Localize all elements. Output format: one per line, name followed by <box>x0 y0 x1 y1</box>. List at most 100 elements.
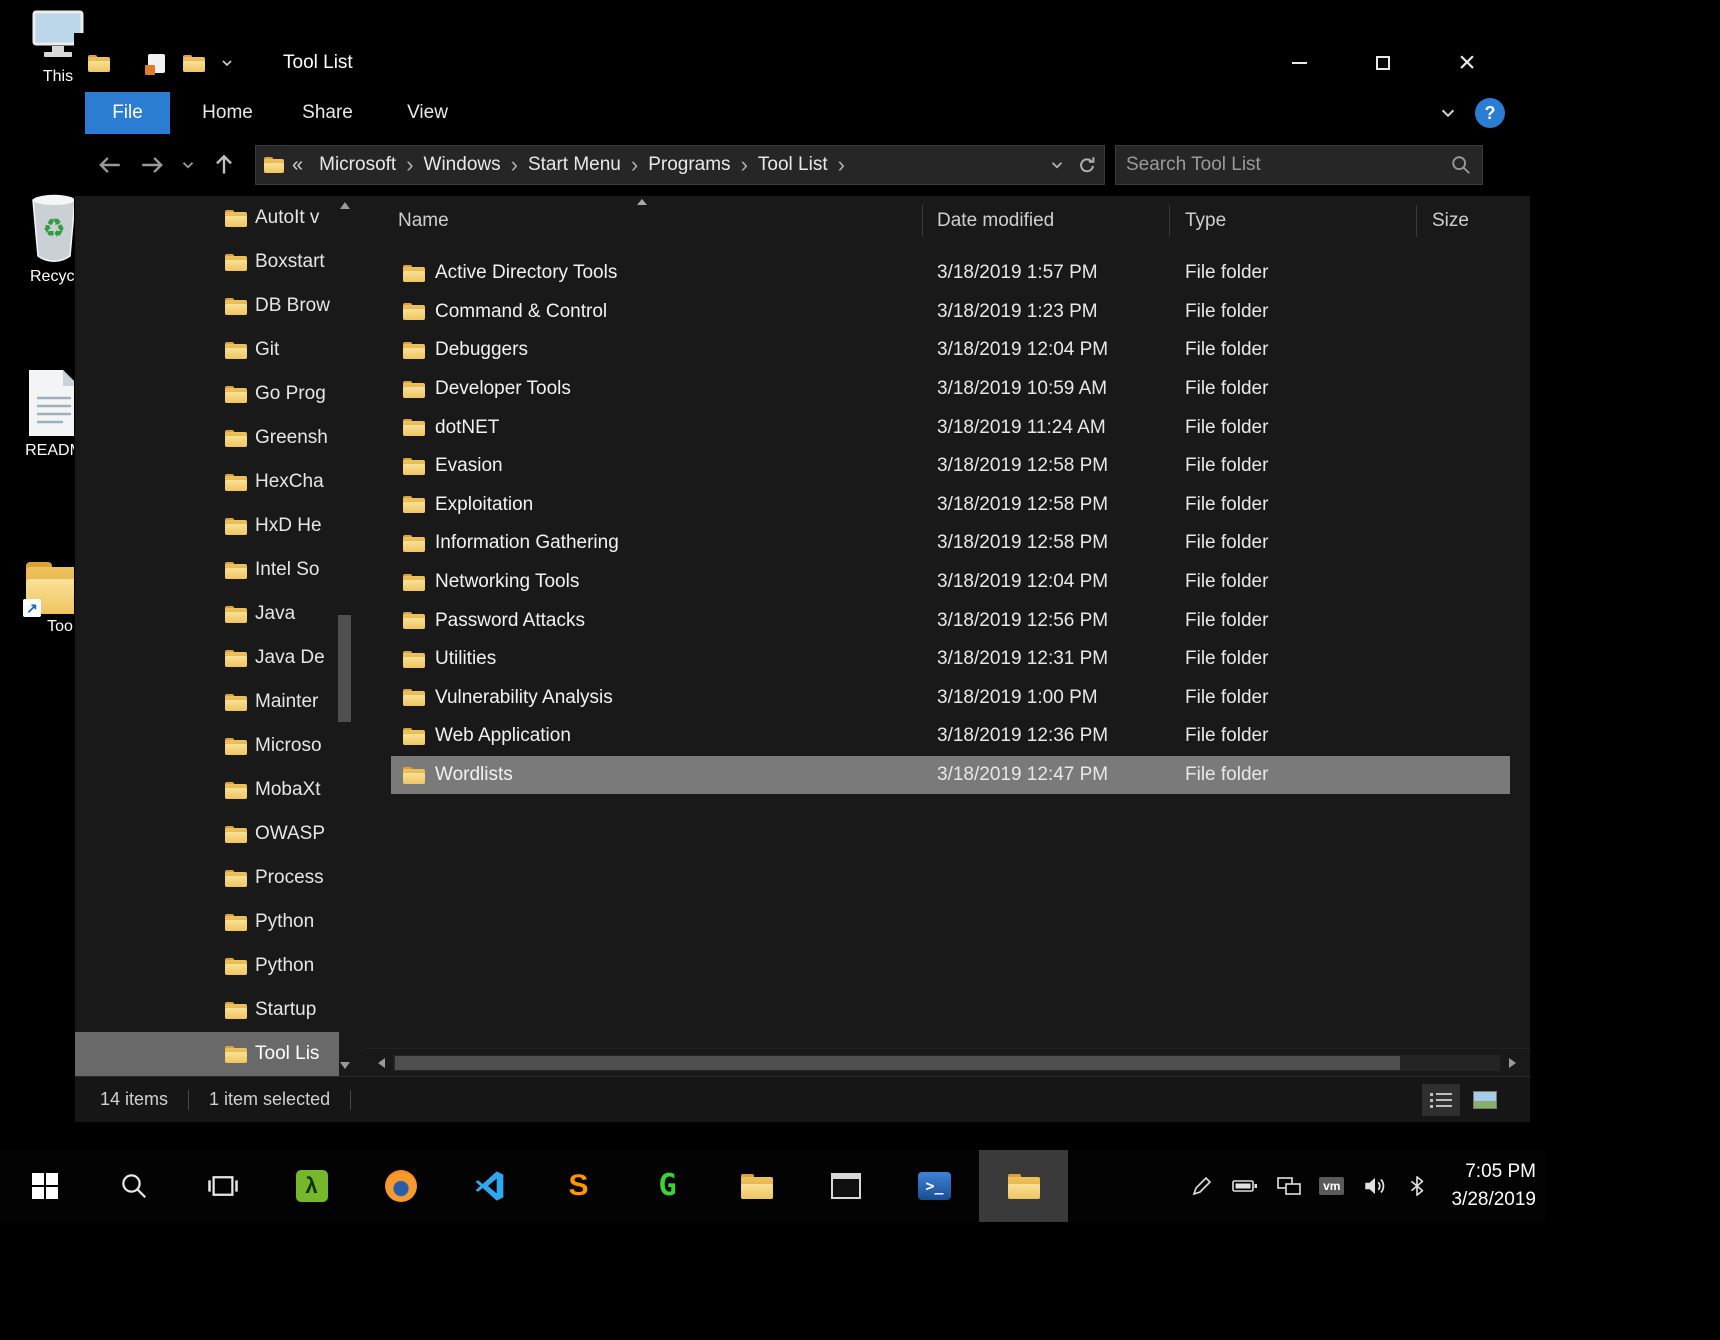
horizontal-scrollbar-thumb[interactable] <box>395 1056 1400 1070</box>
forward-button[interactable] <box>131 144 173 186</box>
tree-item[interactable]: MobaXt <box>75 768 339 812</box>
help-button[interactable]: ? <box>1475 98 1505 128</box>
scroll-right-icon[interactable] <box>1500 1051 1524 1075</box>
tree-item-selected[interactable]: Tool Lis <box>75 1032 339 1076</box>
taskbar-app-explorer-active[interactable] <box>979 1150 1068 1222</box>
tree-item[interactable]: Startup <box>75 988 339 1032</box>
display-connection-icon[interactable] <box>1276 1174 1302 1198</box>
folder-icon <box>403 728 425 745</box>
recent-locations-icon[interactable] <box>173 144 203 186</box>
taskbar-clock[interactable]: 7:05 PM 3/28/2019 <box>1451 1158 1536 1213</box>
file-row[interactable]: Developer Tools3/18/2019 10:59 AMFile fo… <box>391 370 1510 409</box>
column-header-name[interactable]: Name <box>363 205 923 237</box>
tab-file[interactable]: File <box>85 92 170 134</box>
scroll-left-icon[interactable] <box>369 1051 393 1075</box>
search-input[interactable] <box>1126 154 1450 176</box>
file-row[interactable]: Debuggers3/18/2019 12:04 PMFile folder <box>391 331 1510 370</box>
tree-item[interactable]: DB Brow <box>75 284 339 328</box>
breadcrumb-segment[interactable]: Microsoft <box>311 154 404 176</box>
bluetooth-icon[interactable] <box>1406 1173 1428 1199</box>
breadcrumb-collapsed[interactable]: « <box>284 154 311 177</box>
tree-item[interactable]: Mainter <box>75 680 339 724</box>
column-header-type[interactable]: Type <box>1170 205 1417 237</box>
details-view-button[interactable] <box>1422 1084 1460 1116</box>
tree-item[interactable]: Process <box>75 856 339 900</box>
address-bar[interactable]: « Microsoft › Windows › Start Menu › Pro… <box>255 145 1105 185</box>
file-row-selected[interactable]: Wordlists3/18/2019 12:47 PMFile folder <box>391 756 1510 795</box>
pen-icon[interactable] <box>1190 1174 1214 1198</box>
tree-item[interactable]: Python <box>75 900 339 944</box>
maximize-button[interactable] <box>1348 34 1418 92</box>
refresh-icon[interactable] <box>1076 154 1098 176</box>
file-row[interactable]: Web Application3/18/2019 12:36 PMFile fo… <box>391 717 1510 756</box>
tree-item[interactable]: Java De <box>75 636 339 680</box>
scroll-up-icon[interactable] <box>339 198 350 212</box>
tree-item[interactable]: Git <box>75 328 339 372</box>
tab-view[interactable]: View <box>385 92 470 134</box>
tree-item[interactable]: Java <box>75 592 339 636</box>
ribbon-tabs: File Home Share View ? <box>75 92 1530 134</box>
taskbar-app-greenshot[interactable]: G <box>623 1150 712 1222</box>
back-button[interactable] <box>89 144 131 186</box>
close-button[interactable]: × <box>1432 34 1502 92</box>
desktop-label: This <box>43 68 73 86</box>
file-row[interactable]: Exploitation3/18/2019 12:58 PMFile folde… <box>391 486 1510 525</box>
file-row[interactable]: Command & Control3/18/2019 1:23 PMFile f… <box>391 293 1510 332</box>
qat-customize-icon[interactable] <box>219 55 235 71</box>
breadcrumb-segment[interactable]: Programs <box>640 154 738 176</box>
taskbar-app-powershell[interactable]: >_ <box>890 1150 979 1222</box>
file-row[interactable]: Networking Tools3/18/2019 12:04 PMFile f… <box>391 563 1510 602</box>
start-button[interactable] <box>0 1150 89 1222</box>
qat-new-folder-icon[interactable] <box>183 55 205 72</box>
column-header-modified[interactable]: Date modified <box>923 205 1170 237</box>
large-icons-view-button[interactable] <box>1466 1084 1504 1116</box>
tree-item[interactable]: Greensh <box>75 416 339 460</box>
taskbar-app-cmd[interactable] <box>801 1150 890 1222</box>
taskbar-app-vscode[interactable] <box>445 1150 534 1222</box>
system-tray: vm 7:05 PM 3/28/2019 <box>1190 1150 1546 1222</box>
volume-icon[interactable] <box>1361 1173 1389 1199</box>
breadcrumb-separator-icon: › <box>739 152 750 178</box>
file-row[interactable]: Password Attacks3/18/2019 12:56 PMFile f… <box>391 601 1510 640</box>
tree-item[interactable]: Python <box>75 944 339 988</box>
tree-item[interactable]: Boxstart <box>75 240 339 284</box>
address-dropdown-icon[interactable] <box>1048 156 1066 174</box>
folder-icon <box>403 574 425 591</box>
qat-properties-icon[interactable] <box>148 54 165 73</box>
tree-scrollbar-thumb[interactable] <box>338 615 351 722</box>
search-icon[interactable] <box>1450 154 1472 176</box>
taskbar-app-firefox[interactable] <box>356 1150 445 1222</box>
up-button[interactable] <box>203 144 245 186</box>
scroll-down-icon[interactable] <box>339 1058 350 1072</box>
battery-icon[interactable] <box>1231 1173 1259 1199</box>
breadcrumb-segment[interactable]: Tool List <box>750 154 836 176</box>
tree-item[interactable]: OWASP <box>75 812 339 856</box>
taskbar-app-sublime[interactable]: S <box>534 1150 623 1222</box>
tree-item[interactable]: AutoIt v <box>75 196 339 240</box>
taskbar-app-explorer-pinned[interactable] <box>712 1150 801 1222</box>
tab-home[interactable]: Home <box>185 92 270 134</box>
file-row[interactable]: Active Directory Tools3/18/2019 1:57 PMF… <box>391 254 1510 293</box>
file-row[interactable]: dotNET3/18/2019 11:24 AMFile folder <box>391 408 1510 447</box>
minimize-button[interactable] <box>1264 34 1334 92</box>
file-row[interactable]: Evasion3/18/2019 12:58 PMFile folder <box>391 447 1510 486</box>
tree-item[interactable]: Intel So <box>75 548 339 592</box>
horizontal-scrollbar[interactable] <box>363 1048 1530 1076</box>
tab-share[interactable]: Share <box>285 92 370 134</box>
expand-ribbon-icon[interactable] <box>1437 102 1459 124</box>
tree-item[interactable]: HxD He <box>75 504 339 548</box>
file-row[interactable]: Utilities3/18/2019 12:31 PMFile folder <box>391 640 1510 679</box>
tree-scrollbar[interactable] <box>337 196 352 1076</box>
file-row[interactable]: Vulnerability Analysis3/18/2019 1:00 PMF… <box>391 679 1510 718</box>
tree-item[interactable]: Go Prog <box>75 372 339 416</box>
taskbar-app-cmder[interactable]: λ <box>267 1150 356 1222</box>
taskbar-search-button[interactable] <box>89 1150 178 1222</box>
breadcrumb-segment[interactable]: Start Menu <box>520 154 629 176</box>
column-header-size[interactable]: Size <box>1417 205 1530 237</box>
task-view-button[interactable] <box>178 1150 267 1222</box>
file-row[interactable]: Information Gathering3/18/2019 12:58 PMF… <box>391 524 1510 563</box>
vmware-icon[interactable]: vm <box>1319 1177 1344 1195</box>
tree-item[interactable]: Microso <box>75 724 339 768</box>
tree-item[interactable]: HexCha <box>75 460 339 504</box>
breadcrumb-segment[interactable]: Windows <box>416 154 509 176</box>
